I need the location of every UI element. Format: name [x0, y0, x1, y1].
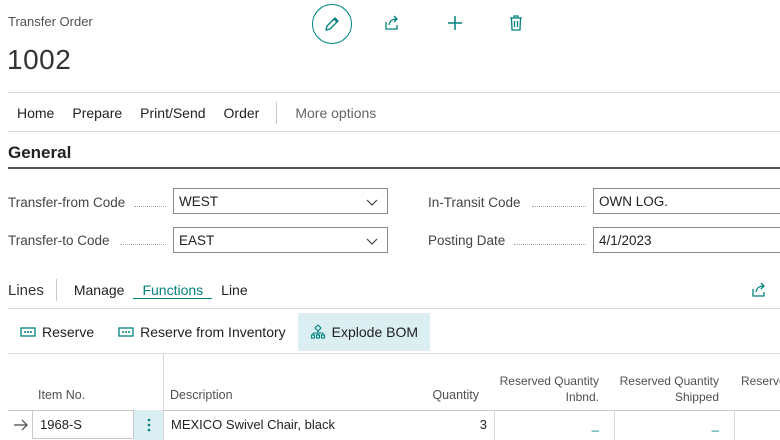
- page-type-label: Transfer Order: [8, 14, 93, 29]
- field-dots: [120, 244, 166, 245]
- lines-action-bar: Reserve Reserve from Inventory Explode B…: [8, 313, 431, 351]
- hierarchy-icon: [310, 324, 325, 339]
- field-dots: [514, 244, 586, 245]
- reserve-button[interactable]: Reserve: [8, 313, 106, 351]
- field-dots: [134, 206, 166, 207]
- explode-bom-label: Explode BOM: [331, 324, 419, 340]
- reserved-inbnd-value[interactable]: _: [503, 417, 599, 432]
- lines-separator: [55, 279, 57, 301]
- explode-bom-button[interactable]: Explode BOM: [297, 313, 431, 351]
- transfer-to-label: Transfer-to Code: [8, 233, 110, 248]
- column-divider: [614, 410, 615, 440]
- posting-date-label: Posting Date: [428, 233, 506, 248]
- column-header-reserved-inbnd[interactable]: Reserved Quantity Inbnd.: [495, 374, 599, 404]
- item-no-value: 1968-S: [40, 417, 82, 432]
- column-header-quantity[interactable]: Quantity: [400, 388, 479, 402]
- page-title: 1002: [7, 44, 72, 75]
- arrow-right-icon: [14, 419, 28, 431]
- field-dots: [532, 206, 586, 207]
- column-header-reserved-shipped[interactable]: Reserved Quantity Shipped: [615, 374, 719, 404]
- edit-button[interactable]: [312, 4, 352, 44]
- section-general-title[interactable]: General: [8, 143, 71, 163]
- column-header-reserve[interactable]: Reserve: [741, 374, 780, 388]
- reserve-label: Reserve: [42, 324, 95, 340]
- reserve-icon: [20, 327, 36, 337]
- tab-manage[interactable]: Manage: [65, 282, 134, 298]
- action-menu: Home Prepare Print/Send Order More optio…: [8, 96, 385, 130]
- posting-date-value: 4/1/2023: [599, 232, 652, 248]
- trash-icon: [510, 15, 522, 31]
- row-menu-button[interactable]: [134, 410, 163, 440]
- menu-separator: [276, 102, 278, 124]
- share-icon: [752, 282, 765, 297]
- reserved-shipped-value[interactable]: _: [623, 417, 719, 432]
- divider: [8, 92, 780, 93]
- tab-line[interactable]: Line: [212, 282, 256, 298]
- lines-header: Lines Manage Functions Line: [8, 276, 257, 304]
- reserve-icon: [118, 327, 134, 337]
- in-transit-value: OWN LOG.: [599, 193, 669, 209]
- quantity-value[interactable]: 3: [408, 417, 487, 432]
- description-value[interactable]: MEXICO Swivel Chair, black: [171, 417, 335, 432]
- lines-title[interactable]: Lines: [8, 282, 44, 299]
- transfer-to-field[interactable]: EAST: [173, 227, 388, 253]
- column-divider: [494, 410, 495, 440]
- divider: [8, 308, 780, 309]
- column-header-line: Reserved Quantity: [619, 374, 719, 388]
- menu-order[interactable]: Order: [215, 105, 269, 121]
- menu-prepare[interactable]: Prepare: [63, 105, 131, 121]
- transfer-to-value: EAST: [179, 232, 215, 248]
- in-transit-label: In-Transit Code: [428, 195, 521, 210]
- divider: [8, 131, 780, 132]
- posting-date-field[interactable]: 4/1/2023: [593, 227, 780, 253]
- menu-home[interactable]: Home: [8, 105, 63, 121]
- table-row[interactable]: 1968-S MEXICO Swivel Chair, black 3 _ _: [8, 410, 780, 440]
- column-divider: [734, 410, 735, 440]
- chevron-down-icon: [366, 199, 378, 206]
- in-transit-field[interactable]: OWN LOG.: [593, 188, 780, 214]
- tab-functions[interactable]: Functions: [133, 282, 213, 299]
- transfer-from-field[interactable]: WEST: [173, 188, 388, 214]
- lines-share-button[interactable]: [740, 271, 778, 309]
- column-header-description[interactable]: Description: [170, 388, 233, 402]
- column-header-line: Shipped: [674, 390, 719, 404]
- share-button[interactable]: [373, 4, 411, 42]
- share-icon: [385, 15, 398, 30]
- reserve-from-inventory-label: Reserve from Inventory: [140, 324, 286, 340]
- menu-more-options[interactable]: More options: [286, 105, 385, 121]
- transfer-from-value: WEST: [179, 193, 218, 209]
- column-header-item-no[interactable]: Item No.: [38, 388, 85, 402]
- transfer-from-label: Transfer-from Code: [8, 195, 126, 210]
- chevron-down-icon: [366, 238, 378, 245]
- plus-icon: [448, 16, 462, 30]
- new-button[interactable]: [436, 4, 474, 42]
- pencil-icon: [325, 17, 339, 31]
- section-underline: [8, 167, 780, 169]
- column-header-line: Reserved Quantity: [499, 374, 599, 388]
- column-header-line: Inbnd.: [565, 390, 599, 404]
- menu-print-send[interactable]: Print/Send: [131, 105, 214, 121]
- item-no-cell[interactable]: 1968-S: [32, 410, 134, 439]
- more-vertical-icon: [147, 418, 150, 432]
- reserve-from-inventory-button[interactable]: Reserve from Inventory: [106, 313, 298, 351]
- divider: [8, 353, 780, 354]
- delete-button[interactable]: [497, 4, 535, 42]
